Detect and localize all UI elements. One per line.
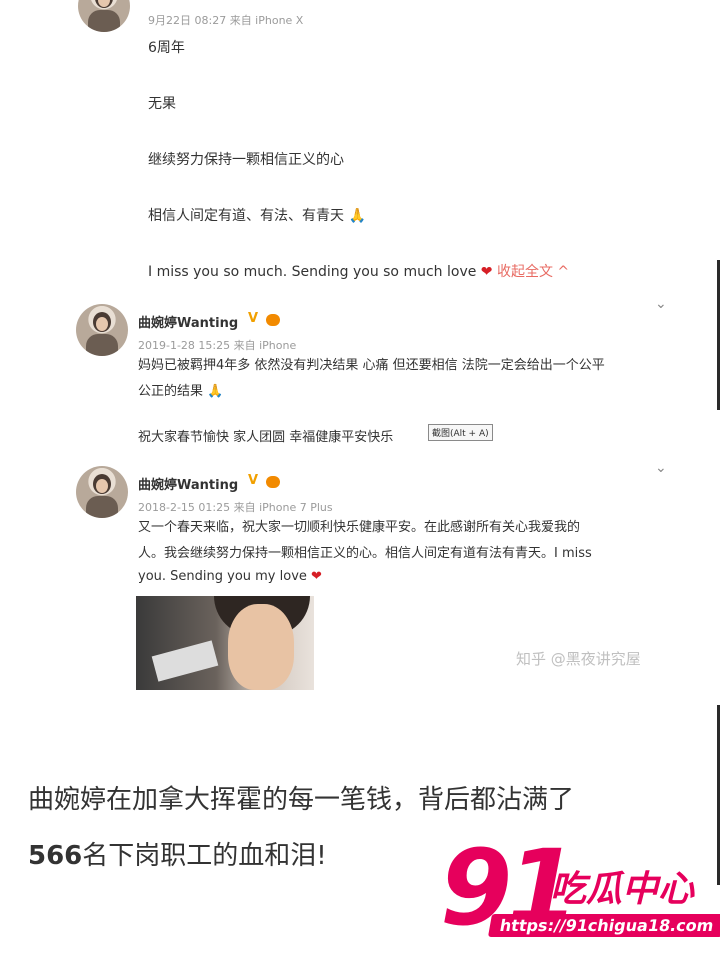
avatar[interactable] — [76, 304, 128, 356]
post-line: 相信人间定有道、有法、有青天 🙏 — [148, 208, 366, 224]
article-number: 566 — [28, 841, 83, 871]
collapse-link[interactable]: 收起全文 ^ — [497, 264, 569, 280]
avatar[interactable] — [78, 0, 130, 32]
site-logo-text[interactable]: 吃瓜中心 — [550, 860, 694, 912]
post-line: you. Sending you my love ❤ — [138, 563, 322, 591]
verified-badge-icon: V — [248, 473, 259, 488]
watermark: 知乎 @黑夜讲究屋 — [516, 650, 641, 668]
crown-icon — [266, 314, 280, 326]
piano-keys — [151, 640, 219, 682]
heart-icon: ❤ — [311, 569, 322, 584]
post-line: 无果 — [148, 96, 176, 112]
post-line: 继续努力保持一颗相信正义的心 — [148, 152, 344, 168]
post-line: 妈妈已被羁押4年多 依然没有判决结果 心痛 但还要相信 法院一定会给出一个公平 — [138, 358, 605, 373]
crown-icon — [266, 476, 280, 488]
username[interactable]: 曲婉婷Wanting — [138, 474, 238, 493]
article-line: 曲婉婷在加拿大挥霍的每一笔钱，背后都沾满了 — [28, 785, 575, 815]
username[interactable]: 曲婉婷Wanting — [138, 312, 238, 331]
article-line-text: 名下岗职工的血和泪! — [82, 841, 327, 871]
weibo-screenshot: 9月22日 08:27 来自 iPhone X 6周年 无果 继续努力保持一颗相… — [0, 0, 720, 690]
avatar[interactable] — [76, 466, 128, 518]
post-line: 6周年 — [148, 40, 185, 56]
post-time: 9月22日 08:27 来自 iPhone X — [148, 14, 304, 27]
post-time: 2019-1-28 15:25 来自 iPhone — [138, 339, 297, 352]
post-line: 又一个春天来临，祝大家一切顺利快乐健康平安。在此感谢所有关心我爱我的 — [138, 520, 581, 535]
heart-icon: ❤ — [480, 264, 493, 280]
post-line: 公正的结果 🙏 — [138, 384, 224, 399]
chevron-down-icon[interactable]: ⌄ — [655, 460, 667, 476]
screenshot-tooltip: 截图(Alt + A) — [428, 424, 493, 441]
face — [228, 604, 294, 690]
post-line-text: I miss you so much. Sending you so much … — [148, 264, 477, 280]
verified-badge-icon: V — [248, 311, 259, 326]
chevron-down-icon[interactable]: ⌄ — [655, 296, 667, 312]
post-line: I miss you so much. Sending you so much … — [148, 258, 569, 286]
post-time: 2018-2-15 01:25 来自 iPhone 7 Plus — [138, 501, 333, 514]
site-url[interactable]: https://91chigua18.com — [487, 914, 720, 937]
post-line-text: you. Sending you my love — [138, 569, 307, 584]
post-line: 祝大家春节愉快 家人团圆 幸福健康平安快乐 — [138, 430, 394, 445]
post-photo[interactable] — [136, 596, 314, 690]
